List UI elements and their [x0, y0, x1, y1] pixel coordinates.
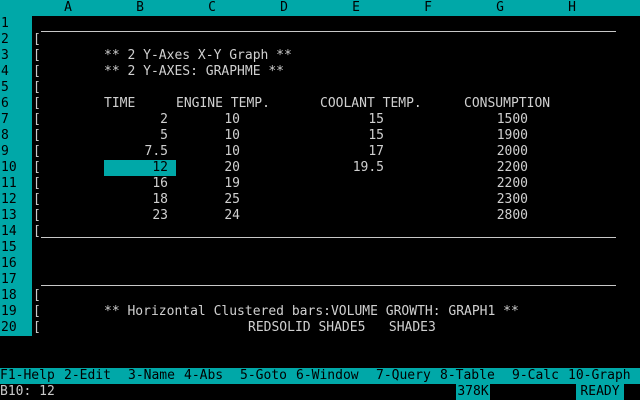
- row-header-4[interactable]: 4: [0, 64, 32, 80]
- cell-engine-temp[interactable]: 10: [176, 144, 240, 160]
- cell-coolant-temp[interactable]: 17: [320, 144, 384, 160]
- fkey-window[interactable]: 6-Window: [296, 368, 359, 384]
- cell-engine-temp[interactable]: 10: [176, 112, 240, 128]
- memory-indicator: 378K: [456, 384, 490, 400]
- row-header-2[interactable]: 2: [0, 32, 32, 48]
- label-prefix-marker: [: [33, 192, 41, 207]
- cell-time[interactable]: 16: [104, 176, 168, 192]
- label-prefix-marker: [: [33, 224, 41, 239]
- fkey-edit[interactable]: 2-Edit: [64, 368, 111, 384]
- row-header-15[interactable]: 15: [0, 240, 32, 256]
- fkey-help[interactable]: F1-Help: [0, 368, 55, 384]
- row-header-3[interactable]: 3: [0, 48, 32, 64]
- label-prefix-marker: [: [33, 144, 41, 159]
- fkey-abs[interactable]: 4-Abs: [184, 368, 223, 384]
- cell-consumption[interactable]: 2200: [464, 176, 528, 192]
- cell-consumption[interactable]: 2300: [464, 192, 528, 208]
- cell-coolant-temp[interactable]: 15: [320, 112, 384, 128]
- label-prefix-marker: [: [33, 288, 41, 303]
- column-header-b[interactable]: B: [132, 0, 148, 16]
- graph-title-cell[interactable]: ** 2 Y-Axes X-Y Graph **: [104, 48, 292, 64]
- fkey-goto[interactable]: 5-Goto: [240, 368, 287, 384]
- cell-consumption[interactable]: 1900: [464, 128, 528, 144]
- row-header-16[interactable]: 16: [0, 256, 32, 272]
- graph-subtitle-cell[interactable]: ** 2 Y-AXES: GRAPHME **: [104, 64, 284, 80]
- row-header-11[interactable]: 11: [0, 176, 32, 192]
- row-header-7[interactable]: 7: [0, 112, 32, 128]
- label-prefix-marker: [: [33, 80, 41, 95]
- cell-time[interactable]: 18: [104, 192, 168, 208]
- label-prefix-marker: [: [33, 64, 41, 79]
- divider-line: [41, 31, 616, 32]
- header-consumption[interactable]: CONSUMPTION: [464, 96, 550, 112]
- column-header-d[interactable]: D: [276, 0, 292, 16]
- column-header-a[interactable]: A: [60, 0, 76, 16]
- row-header-9[interactable]: 9: [0, 144, 32, 160]
- row-header-10[interactable]: 10: [0, 160, 32, 176]
- cell-engine-temp[interactable]: 10: [176, 128, 240, 144]
- fkey-table[interactable]: 8-Table: [440, 368, 495, 384]
- cell-engine-temp[interactable]: 20: [176, 160, 240, 176]
- row-header-13[interactable]: 13: [0, 208, 32, 224]
- column-header-c[interactable]: C: [204, 0, 220, 16]
- cell-time[interactable]: 5: [104, 128, 168, 144]
- column-header-g[interactable]: G: [492, 0, 508, 16]
- shades-cell[interactable]: REDSOLID SHADE5 SHADE3: [248, 320, 436, 336]
- row-header-17[interactable]: 17: [0, 272, 32, 288]
- label-prefix-marker: [: [33, 96, 41, 111]
- cell-time[interactable]: 7.5: [104, 144, 168, 160]
- fkey-name[interactable]: 3-Name: [128, 368, 175, 384]
- cell-time-selected[interactable]: 12: [104, 160, 168, 176]
- cell-consumption[interactable]: 2200: [464, 160, 528, 176]
- label-prefix-marker: [: [33, 160, 41, 175]
- row-header-6[interactable]: 6: [0, 96, 32, 112]
- label-prefix-marker: [: [33, 32, 41, 47]
- cell-time[interactable]: 23: [104, 208, 168, 224]
- column-header-f[interactable]: F: [420, 0, 436, 16]
- cell-consumption[interactable]: 2800: [464, 208, 528, 224]
- row-header-1[interactable]: 1: [0, 16, 32, 32]
- row-header-20[interactable]: 20: [0, 320, 32, 336]
- graph-note-cell[interactable]: ** Horizontal Clustered bars:VOLUME GROW…: [104, 304, 519, 320]
- row-header-14[interactable]: 14: [0, 224, 32, 240]
- label-prefix-marker: [: [33, 48, 41, 63]
- fkey-query[interactable]: 7-Query: [376, 368, 431, 384]
- fkey-graph[interactable]: 10-Graph: [568, 368, 631, 384]
- cell-consumption[interactable]: 1500: [464, 112, 528, 128]
- divider-line: [41, 285, 616, 286]
- cell-coolant-temp[interactable]: 19.5: [320, 160, 384, 176]
- row-header-19[interactable]: 19: [0, 304, 32, 320]
- row-header-5[interactable]: 5: [0, 80, 32, 96]
- divider-line: [41, 237, 616, 238]
- cell-consumption[interactable]: 2000: [464, 144, 528, 160]
- cell-time[interactable]: 2: [104, 112, 168, 128]
- header-coolant-temp[interactable]: COOLANT TEMP.: [320, 96, 422, 112]
- header-time[interactable]: TIME: [104, 96, 135, 112]
- cell-engine-temp[interactable]: 19: [176, 176, 240, 192]
- column-header-bar: A B C D E F G H: [0, 0, 640, 16]
- row-header-12[interactable]: 12: [0, 192, 32, 208]
- column-header-h[interactable]: H: [564, 0, 580, 16]
- fkey-calc[interactable]: 9-Calc: [512, 368, 559, 384]
- mode-indicator: READY: [576, 384, 624, 400]
- current-cell-indicator: B10: 12: [0, 384, 55, 399]
- row-header-18[interactable]: 18: [0, 288, 32, 304]
- label-prefix-marker: [: [33, 304, 41, 319]
- label-prefix-marker: [: [33, 208, 41, 223]
- column-header-e[interactable]: E: [348, 0, 364, 16]
- label-prefix-marker: [: [33, 112, 41, 127]
- cell-engine-temp[interactable]: 24: [176, 208, 240, 224]
- row-header-8[interactable]: 8: [0, 128, 32, 144]
- label-prefix-marker: [: [33, 320, 41, 335]
- cell-engine-temp[interactable]: 25: [176, 192, 240, 208]
- cell-coolant-temp[interactable]: 15: [320, 128, 384, 144]
- header-engine-temp[interactable]: ENGINE TEMP.: [176, 96, 270, 112]
- label-prefix-marker: [: [33, 128, 41, 143]
- label-prefix-marker: [: [33, 176, 41, 191]
